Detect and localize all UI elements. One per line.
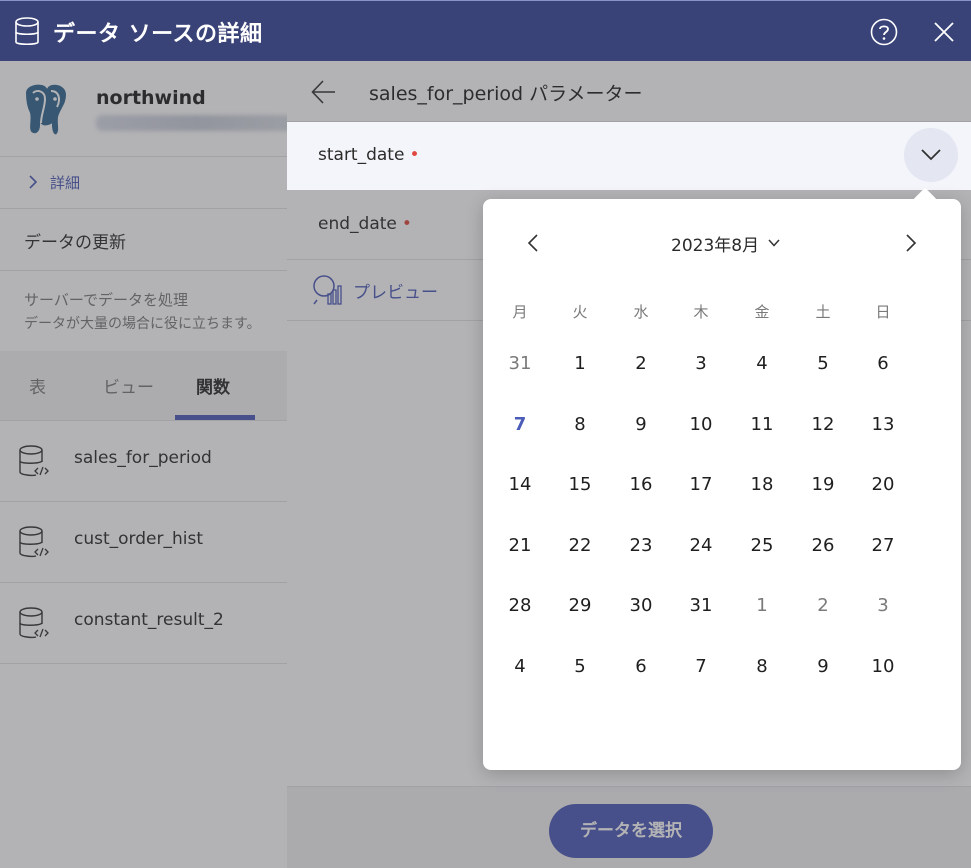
calendar-day[interactable]: 4 xyxy=(500,656,540,677)
calendar-day[interactable]: 12 xyxy=(803,414,843,435)
date-picker-popup: 2023年8月 月火水木金土日 31 1 2 3 4 5 6 7 8 9 10 11 12 13 14 15 16… xyxy=(483,187,961,770)
calendar-day[interactable]: 30 xyxy=(621,595,661,616)
calendar-day[interactable]: 7 xyxy=(681,656,721,677)
calendar-day[interactable]: 21 xyxy=(500,535,540,556)
calendar-day[interactable]: 3 xyxy=(681,353,721,374)
weekday-header: 日 xyxy=(875,303,891,321)
param-label: start_date • xyxy=(318,145,420,165)
calendar-day[interactable]: 22 xyxy=(560,535,600,556)
date-dropdown-button[interactable] xyxy=(904,128,958,182)
weekday-header: 土 xyxy=(815,303,831,321)
calendar-day[interactable]: 5 xyxy=(560,656,600,677)
weekday-header: 金 xyxy=(754,303,770,321)
calendar-day[interactable]: 28 xyxy=(500,595,540,616)
calendar-day[interactable]: 10 xyxy=(681,414,721,435)
calendar-day[interactable]: 2 xyxy=(803,595,843,616)
calendar-day[interactable]: 8 xyxy=(742,656,782,677)
calendar-day[interactable]: 6 xyxy=(863,353,903,374)
calendar-day[interactable]: 23 xyxy=(621,535,661,556)
calendar-day[interactable]: 3 xyxy=(863,595,903,616)
chevron-right-icon[interactable] xyxy=(901,233,921,253)
calendar-day[interactable]: 16 xyxy=(621,474,661,495)
calendar-day[interactable]: 19 xyxy=(803,474,843,495)
calendar-day[interactable]: 31 xyxy=(681,595,721,616)
calendar-day[interactable]: 4 xyxy=(742,353,782,374)
calendar-day[interactable]: 2 xyxy=(621,353,661,374)
weekday-header: 水 xyxy=(633,303,649,321)
month-selector[interactable]: 2023年8月 xyxy=(671,231,759,256)
param-start-date[interactable]: start_date • xyxy=(287,122,971,190)
calendar-day[interactable]: 14 xyxy=(500,474,540,495)
calendar-day[interactable]: 7 xyxy=(500,414,540,435)
calendar-day[interactable]: 9 xyxy=(621,414,661,435)
calendar-day[interactable]: 6 xyxy=(621,656,661,677)
weekday-header: 木 xyxy=(693,303,709,321)
required-marker: • xyxy=(409,145,420,165)
calendar-day[interactable]: 10 xyxy=(863,656,903,677)
chevron-left-icon[interactable] xyxy=(523,233,543,253)
calendar-day[interactable]: 20 xyxy=(863,474,903,495)
weekday-header: 火 xyxy=(572,303,588,321)
calendar-day[interactable]: 5 xyxy=(803,353,843,374)
calendar-day[interactable]: 8 xyxy=(560,414,600,435)
calendar-day[interactable]: 26 xyxy=(803,535,843,556)
calendar-day[interactable]: 15 xyxy=(560,474,600,495)
chevron-down-icon xyxy=(921,149,941,161)
window-title: データ ソースの詳細 xyxy=(53,22,263,47)
calendar-day[interactable]: 9 xyxy=(803,656,843,677)
weekday-header: 月 xyxy=(512,303,528,321)
calendar-day[interactable]: 24 xyxy=(681,535,721,556)
help-icon[interactable] xyxy=(870,18,898,46)
calendar-day[interactable]: 13 xyxy=(863,414,903,435)
calendar-day[interactable]: 25 xyxy=(742,535,782,556)
database-icon xyxy=(15,17,39,46)
calendar-day[interactable]: 11 xyxy=(742,414,782,435)
calendar-day[interactable]: 29 xyxy=(560,595,600,616)
calendar-day[interactable]: 27 xyxy=(863,535,903,556)
calendar-day[interactable]: 17 xyxy=(681,474,721,495)
calendar-day[interactable]: 31 xyxy=(500,353,540,374)
calendar-day[interactable]: 18 xyxy=(742,474,782,495)
close-icon[interactable] xyxy=(932,20,956,44)
calendar-day[interactable]: 1 xyxy=(742,595,782,616)
chevron-down-icon[interactable] xyxy=(768,237,780,249)
calendar-day[interactable]: 1 xyxy=(560,353,600,374)
title-bar: データ ソースの詳細 xyxy=(0,0,971,61)
